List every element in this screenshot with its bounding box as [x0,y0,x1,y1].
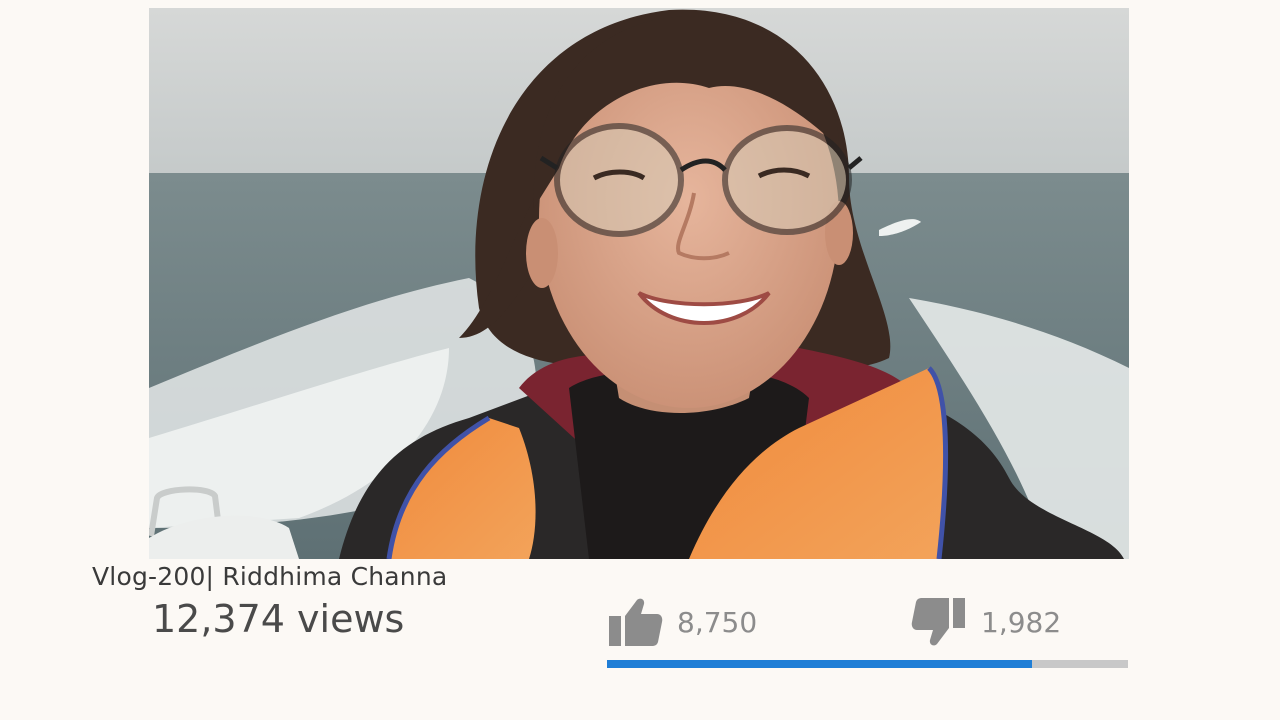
thumbs-up-icon[interactable] [607,596,663,648]
video-card: Vlog-200| Riddhima Channa 12,374 views 8… [0,0,1280,720]
like-button[interactable]: 8,750 [607,596,757,648]
video-title[interactable]: Vlog-200| Riddhima Channa [92,562,447,591]
video-thumbnail [149,8,1129,559]
view-count: 12,374 views [152,597,405,641]
thumbs-down-icon[interactable] [911,596,967,648]
sentiment-bar-likes [607,660,1032,668]
sentiment-bar [607,660,1128,668]
dislike-count: 1,982 [981,605,1062,639]
like-count: 8,750 [677,605,758,639]
video-player[interactable] [149,8,1129,559]
dislike-button[interactable]: 1,982 [911,596,1061,648]
